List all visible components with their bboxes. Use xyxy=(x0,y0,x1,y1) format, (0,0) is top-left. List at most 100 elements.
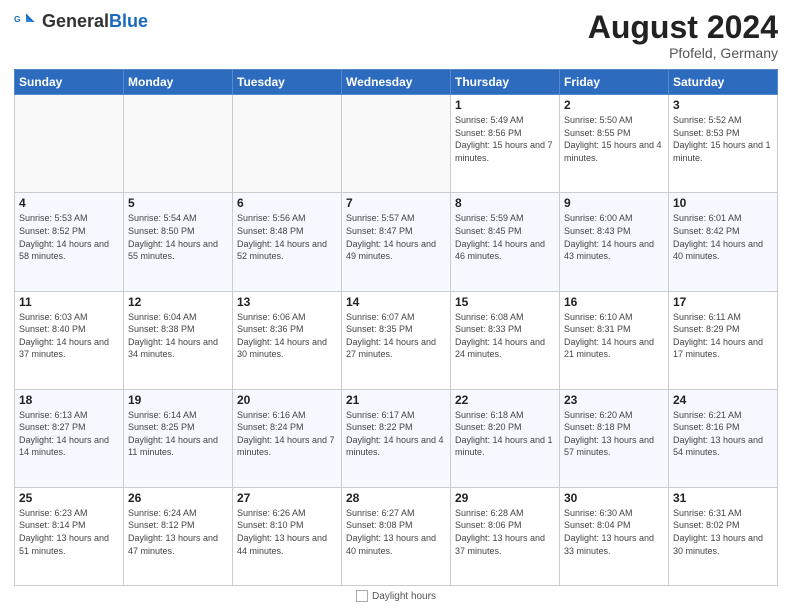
day-number: 19 xyxy=(128,393,228,407)
day-info: Sunrise: 6:31 AMSunset: 8:02 PMDaylight:… xyxy=(673,507,773,557)
daylight-legend: Daylight hours xyxy=(356,590,436,602)
day-number: 18 xyxy=(19,393,119,407)
day-info: Sunrise: 6:27 AMSunset: 8:08 PMDaylight:… xyxy=(346,507,446,557)
svg-text:G: G xyxy=(14,14,21,24)
day-info: Sunrise: 6:11 AMSunset: 8:29 PMDaylight:… xyxy=(673,311,773,361)
daylight-legend-box xyxy=(356,590,368,602)
day-cell: 26Sunrise: 6:24 AMSunset: 8:12 PMDayligh… xyxy=(124,487,233,585)
day-cell: 18 Sunrise: 6:13 AMSunset: 8:27 PMDayligh… xyxy=(15,389,124,487)
day-info: Sunrise: 5:53 AMSunset: 8:52 PMDaylight:… xyxy=(19,212,119,262)
day-cell: 15 Sunrise: 6:08 AMSunset: 8:33 PMDayligh… xyxy=(451,291,560,389)
day-cell: 31 Sunrise: 6:31 AMSunset: 8:02 PMDayligh… xyxy=(669,487,778,585)
day-number: 3 xyxy=(673,98,773,112)
day-number: 24 xyxy=(673,393,773,407)
day-cell: 4 Sunrise: 5:53 AMSunset: 8:52 PMDaylight… xyxy=(15,193,124,291)
col-header-tuesday: Tuesday xyxy=(233,70,342,95)
day-number: 26 xyxy=(128,491,228,505)
day-cell: 11 Sunrise: 6:03 AMSunset: 8:40 PMDayligh… xyxy=(15,291,124,389)
day-info: Sunrise: 5:57 AMSunset: 8:47 PMDaylight:… xyxy=(346,212,446,262)
day-cell: 5 Sunrise: 5:54 AMSunset: 8:50 PMDaylight… xyxy=(124,193,233,291)
day-cell: 16 Sunrise: 6:10 AMSunset: 8:31 PMDayligh… xyxy=(560,291,669,389)
title-block: August 2024 Pfofeld, Germany xyxy=(588,10,778,61)
day-info: Sunrise: 5:50 AMSunset: 8:55 PMDaylight:… xyxy=(564,114,664,164)
day-info: Sunrise: 6:21 AMSunset: 8:16 PMDaylight:… xyxy=(673,409,773,459)
day-info: Sunrise: 6:10 AMSunset: 8:31 PMDaylight:… xyxy=(564,311,664,361)
footer: Daylight hours xyxy=(14,590,778,602)
day-number: 10 xyxy=(673,196,773,210)
week-row-3: 11 Sunrise: 6:03 AMSunset: 8:40 PMDayligh… xyxy=(15,291,778,389)
day-number: 14 xyxy=(346,295,446,309)
day-cell: 8 Sunrise: 5:59 AMSunset: 8:45 PMDaylight… xyxy=(451,193,560,291)
day-number: 16 xyxy=(564,295,664,309)
col-header-thursday: Thursday xyxy=(451,70,560,95)
logo-icon: G xyxy=(14,10,38,34)
day-number: 7 xyxy=(346,196,446,210)
day-cell: 12 Sunrise: 6:04 AMSunset: 8:38 PMDayligh… xyxy=(124,291,233,389)
day-info: Sunrise: 6:08 AMSunset: 8:33 PMDaylight:… xyxy=(455,311,555,361)
day-info: Sunrise: 6:26 AMSunset: 8:10 PMDaylight:… xyxy=(237,507,337,557)
day-info: Sunrise: 6:16 AMSunset: 8:24 PMDaylight:… xyxy=(237,409,337,459)
daylight-label: Daylight hours xyxy=(372,591,436,602)
day-cell xyxy=(15,95,124,193)
day-number: 12 xyxy=(128,295,228,309)
day-info: Sunrise: 6:28 AMSunset: 8:06 PMDaylight:… xyxy=(455,507,555,557)
day-cell: 2 Sunrise: 5:50 AMSunset: 8:55 PMDaylight… xyxy=(560,95,669,193)
day-number: 4 xyxy=(19,196,119,210)
day-cell: 27 Sunrise: 6:26 AMSunset: 8:10 PMDayligh… xyxy=(233,487,342,585)
day-number: 6 xyxy=(237,196,337,210)
week-row-2: 4 Sunrise: 5:53 AMSunset: 8:52 PMDaylight… xyxy=(15,193,778,291)
day-number: 20 xyxy=(237,393,337,407)
logo: G General Blue xyxy=(14,10,148,34)
day-info: Sunrise: 6:18 AMSunset: 8:20 PMDaylight:… xyxy=(455,409,555,459)
day-number: 8 xyxy=(455,196,555,210)
day-cell: 25Sunrise: 6:23 AMSunset: 8:14 PMDayligh… xyxy=(15,487,124,585)
day-cell: 23Sunrise: 6:20 AMSunset: 8:18 PMDayligh… xyxy=(560,389,669,487)
day-info: Sunrise: 6:17 AMSunset: 8:22 PMDaylight:… xyxy=(346,409,446,459)
day-cell: 21Sunrise: 6:17 AMSunset: 8:22 PMDayligh… xyxy=(342,389,451,487)
col-header-friday: Friday xyxy=(560,70,669,95)
day-number: 28 xyxy=(346,491,446,505)
day-number: 9 xyxy=(564,196,664,210)
day-info: Sunrise: 5:52 AMSunset: 8:53 PMDaylight:… xyxy=(673,114,773,164)
day-cell: 10Sunrise: 6:01 AMSunset: 8:42 PMDayligh… xyxy=(669,193,778,291)
logo-text: General Blue xyxy=(42,12,148,32)
day-info: Sunrise: 5:49 AMSunset: 8:56 PMDaylight:… xyxy=(455,114,555,164)
day-number: 13 xyxy=(237,295,337,309)
day-info: Sunrise: 6:04 AMSunset: 8:38 PMDaylight:… xyxy=(128,311,228,361)
day-cell: 9Sunrise: 6:00 AMSunset: 8:43 PMDaylight… xyxy=(560,193,669,291)
day-info: Sunrise: 5:59 AMSunset: 8:45 PMDaylight:… xyxy=(455,212,555,262)
day-number: 22 xyxy=(455,393,555,407)
day-number: 5 xyxy=(128,196,228,210)
day-number: 31 xyxy=(673,491,773,505)
logo-blue: Blue xyxy=(109,12,148,32)
logo-general: General xyxy=(42,12,109,32)
location: Pfofeld, Germany xyxy=(588,45,778,61)
day-info: Sunrise: 5:54 AMSunset: 8:50 PMDaylight:… xyxy=(128,212,228,262)
day-cell xyxy=(124,95,233,193)
day-cell: 13Sunrise: 6:06 AMSunset: 8:36 PMDayligh… xyxy=(233,291,342,389)
day-info: Sunrise: 6:13 AMSunset: 8:27 PMDaylight:… xyxy=(19,409,119,459)
calendar-header-row: SundayMondayTuesdayWednesdayThursdayFrid… xyxy=(15,70,778,95)
day-cell: 14Sunrise: 6:07 AMSunset: 8:35 PMDayligh… xyxy=(342,291,451,389)
day-number: 2 xyxy=(564,98,664,112)
day-number: 17 xyxy=(673,295,773,309)
day-number: 11 xyxy=(19,295,119,309)
day-cell: 30Sunrise: 6:30 AMSunset: 8:04 PMDayligh… xyxy=(560,487,669,585)
day-info: Sunrise: 6:30 AMSunset: 8:04 PMDaylight:… xyxy=(564,507,664,557)
col-header-sunday: Sunday xyxy=(15,70,124,95)
month-year: August 2024 xyxy=(588,10,778,45)
day-number: 15 xyxy=(455,295,555,309)
day-info: Sunrise: 6:03 AMSunset: 8:40 PMDaylight:… xyxy=(19,311,119,361)
day-cell xyxy=(233,95,342,193)
day-cell: 6Sunrise: 5:56 AMSunset: 8:48 PMDaylight… xyxy=(233,193,342,291)
day-number: 29 xyxy=(455,491,555,505)
day-cell: 17 Sunrise: 6:11 AMSunset: 8:29 PMDayligh… xyxy=(669,291,778,389)
day-info: Sunrise: 6:23 AMSunset: 8:14 PMDaylight:… xyxy=(19,507,119,557)
day-info: Sunrise: 6:20 AMSunset: 8:18 PMDaylight:… xyxy=(564,409,664,459)
col-header-wednesday: Wednesday xyxy=(342,70,451,95)
day-number: 27 xyxy=(237,491,337,505)
day-cell: 22 Sunrise: 6:18 AMSunset: 8:20 PMDayligh… xyxy=(451,389,560,487)
day-cell: 28 Sunrise: 6:27 AMSunset: 8:08 PMDayligh… xyxy=(342,487,451,585)
col-header-monday: Monday xyxy=(124,70,233,95)
day-info: Sunrise: 6:14 AMSunset: 8:25 PMDaylight:… xyxy=(128,409,228,459)
